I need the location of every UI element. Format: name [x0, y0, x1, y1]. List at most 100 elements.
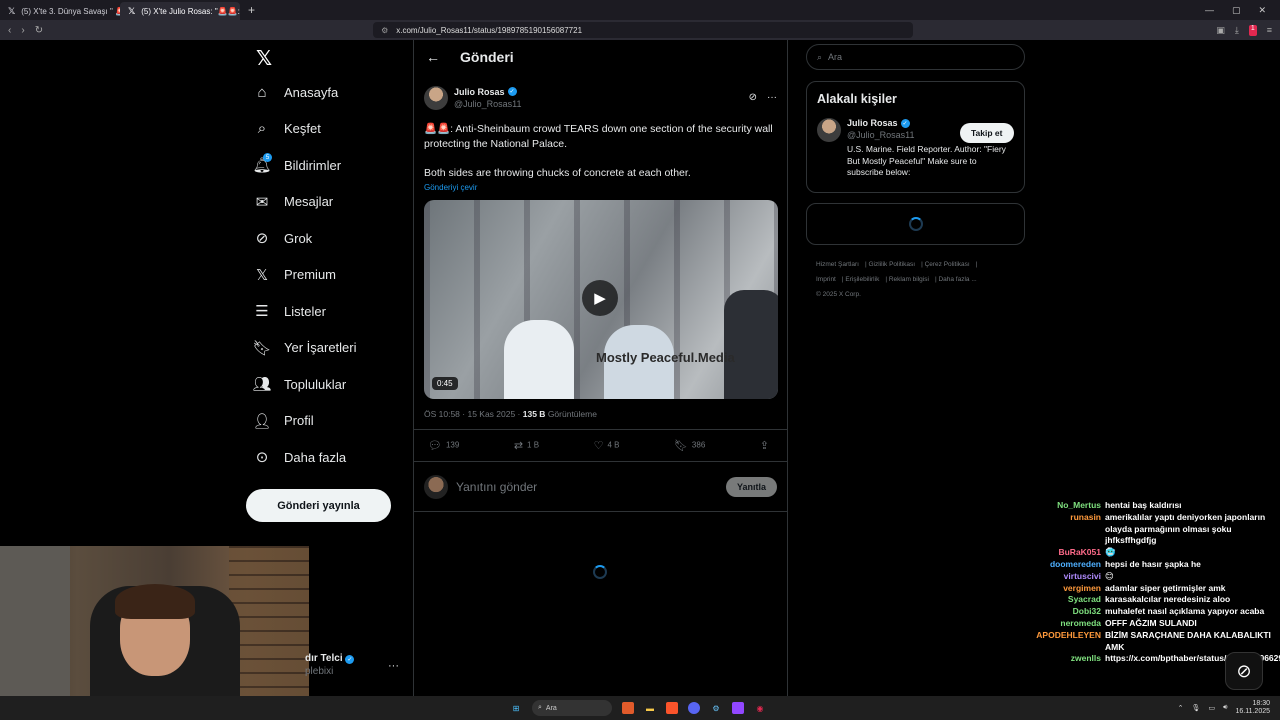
share-button[interactable]: ⇪	[760, 439, 773, 452]
address-bar[interactable]: ⚙ x.com/Julio_Rosas11/status/19897851901…	[373, 22, 914, 38]
avatar[interactable]	[817, 118, 841, 142]
steam-icon[interactable]: ⚙	[710, 702, 722, 714]
nav-item-lists[interactable]: ☰ Listeler	[246, 293, 406, 330]
post-timestamp[interactable]: ÖS 10:58 · 15 Kas 2025 ·	[424, 409, 523, 419]
repost-button[interactable]: ⇄ 1 B	[514, 439, 539, 452]
reply-input[interactable]: Yanıtını gönder	[456, 480, 537, 494]
home-icon: ⌂	[257, 83, 267, 101]
extension-icon[interactable]: ▣	[1216, 25, 1225, 36]
more-icon: ⊙	[255, 449, 269, 467]
app-icon[interactable]	[622, 702, 634, 714]
back-icon[interactable]: ‹	[8, 25, 11, 36]
volume-icon[interactable]: 🔊︎	[1223, 704, 1227, 712]
more-icon[interactable]: ···	[767, 92, 777, 103]
windows-start-icon[interactable]: ⊞	[510, 702, 522, 714]
new-tab-button[interactable]: +	[240, 3, 263, 17]
chat-message: No_Mertus hentai baş kaldırısı	[1020, 500, 1280, 512]
search-input[interactable]: ⌕ Ara	[806, 44, 1025, 70]
nav-item-premium[interactable]: 𝕏 Premium	[246, 257, 406, 294]
reply-icon: 💬︎	[428, 440, 442, 452]
mic-icon[interactable]: 🎙︎	[1192, 704, 1201, 712]
reply-button[interactable]: 💬︎ 139	[428, 439, 459, 452]
x-logo-icon[interactable]: 𝕏	[248, 42, 280, 74]
footer-link[interactable]: Gizlilik Politikası	[868, 261, 915, 268]
footer-links: Hizmet Şartları | Gizlilik Politikası | Çe…	[816, 261, 978, 298]
nav-item-bookmarks[interactable]: 🔖︎ Yer İşaretleri	[246, 330, 406, 367]
grok-floating-button[interactable]: ⊘	[1225, 652, 1263, 690]
chat-username[interactable]: neromeda	[1020, 618, 1105, 630]
back-arrow-icon[interactable]: ←	[426, 49, 440, 65]
adblock-icon[interactable]: 1	[1248, 24, 1257, 36]
forward-icon[interactable]: ›	[21, 25, 24, 36]
browser-toolbar: ‹ › ↻ ⚙ x.com/Julio_Rosas11/status/19897…	[0, 20, 1280, 40]
site-info-icon[interactable]: ⚙	[381, 26, 388, 35]
chat-text: hentai baş kaldırısı	[1105, 500, 1182, 510]
chat-username[interactable]: doomereden	[1020, 559, 1105, 571]
account-name: dır Telci ✓	[305, 653, 355, 664]
grok-icon[interactable]: ⊘	[749, 92, 757, 103]
footer-link[interactable]: Imprint	[816, 276, 836, 283]
browser-tab-2[interactable]: 𝕏 (5) X'te Julio Rosas: "🚨🚨: Anti ✕	[120, 2, 240, 20]
reload-icon[interactable]: ↻	[35, 25, 43, 36]
footer-link[interactable]: Çerez Politikası	[925, 261, 970, 268]
chat-username[interactable]: Dobi32	[1020, 606, 1105, 618]
chat-text: adamlar siper getirmişler amk	[1105, 582, 1226, 593]
nav-label: Yer İşaretleri	[284, 340, 357, 356]
clock-time: 18:30	[1252, 700, 1270, 707]
nav-item-more[interactable]: ⊙ Daha fazla	[246, 439, 406, 476]
chevron-up-icon[interactable]: ⌃	[1178, 704, 1184, 712]
close-window-icon[interactable]: ✕	[1258, 5, 1266, 16]
nav-item-communities[interactable]: 👥︎ Topluluklar	[246, 366, 406, 403]
chat-username[interactable]: runasin	[1020, 512, 1105, 547]
chat-username[interactable]: Syacrad	[1020, 594, 1105, 606]
play-icon[interactable]: ▶	[582, 280, 618, 316]
account-switcher[interactable]: dır Telci ✓ plebixi	[305, 653, 355, 677]
chat-username[interactable]: zwenlls	[1020, 653, 1105, 665]
footer-link[interactable]: Hizmet Şartları	[816, 261, 859, 268]
browser-tab-1[interactable]: 𝕏 (5) X'te 3. Dünya Savaşı " 🚨 #SONDAKİ	[0, 2, 120, 20]
discord-icon[interactable]	[688, 702, 700, 714]
account-more-icon[interactable]: ···	[388, 660, 399, 672]
chat-username[interactable]: APODEHLEYEN	[1020, 630, 1105, 654]
brave-icon[interactable]	[666, 702, 678, 714]
footer-link[interactable]: Erişilebilirlik	[845, 276, 879, 283]
post-button[interactable]: Gönderi yayınla	[246, 489, 391, 522]
nav-label: Premium	[284, 267, 337, 283]
minimize-icon[interactable]: —	[1205, 5, 1214, 16]
nav-item-explore[interactable]: ⌕ Keşfet	[246, 111, 406, 148]
reply-submit-button[interactable]: Yanıtla	[725, 476, 777, 497]
like-button[interactable]: ♡ 4 B	[594, 439, 620, 452]
nav-item-profile[interactable]: 👤︎ Profil	[246, 403, 406, 440]
network-icon[interactable]: ▭	[1208, 704, 1215, 712]
taskbar-search[interactable]: ⌕ Ara	[532, 700, 612, 716]
download-icon[interactable]: ⤓	[1235, 25, 1239, 36]
clock[interactable]: 18:30 16.11.2025	[1235, 700, 1270, 716]
follow-button[interactable]: Takip et	[960, 123, 1014, 143]
footer-link[interactable]: Reklam bilgisi	[889, 276, 929, 283]
account-handle: plebixi	[305, 666, 334, 677]
nav-item-messages[interactable]: ✉ Mesajlar	[246, 184, 406, 221]
video-watermark: Mostly Peaceful.Media	[596, 350, 735, 365]
record-icon[interactable]: ◉	[754, 702, 766, 714]
chat-username[interactable]: vergimen	[1020, 583, 1105, 595]
menu-icon[interactable]: ≡	[1267, 25, 1272, 36]
maximize-icon[interactable]: ▢	[1232, 5, 1241, 16]
twitch-icon[interactable]	[732, 702, 744, 714]
folder-icon[interactable]: ▬	[644, 702, 656, 714]
footer-link[interactable]: Daha fazla ...	[938, 276, 976, 283]
video-player[interactable]: Mostly Peaceful.Media ▶ 0:45	[424, 200, 778, 399]
avatar[interactable]	[424, 85, 448, 110]
chat-username[interactable]: No_Mertus	[1020, 500, 1105, 512]
nav-item-grok[interactable]: ⊘ Grok	[246, 220, 406, 257]
author-info[interactable]: Julio Rosas ✓ @Julio_Rosas11	[454, 87, 522, 109]
nav-item-notifications[interactable]: 🔔︎ 5 Bildirimler	[246, 147, 406, 184]
translate-link[interactable]: Gönderiyi çevir	[414, 181, 787, 194]
chat-message: doomereden hepsi de hasır şapka he	[1020, 559, 1280, 571]
verified-icon: ✓	[900, 118, 910, 128]
nav-item-home[interactable]: ⌂ Anasayfa	[246, 74, 406, 111]
chat-username[interactable]: BuRaK051	[1020, 547, 1105, 559]
list-icon: ☰	[255, 303, 269, 321]
bookmark-button[interactable]: 🔖︎ 386	[674, 439, 705, 452]
chat-username[interactable]: virtuscivi	[1020, 571, 1105, 583]
nav-label: Profil	[284, 413, 314, 429]
